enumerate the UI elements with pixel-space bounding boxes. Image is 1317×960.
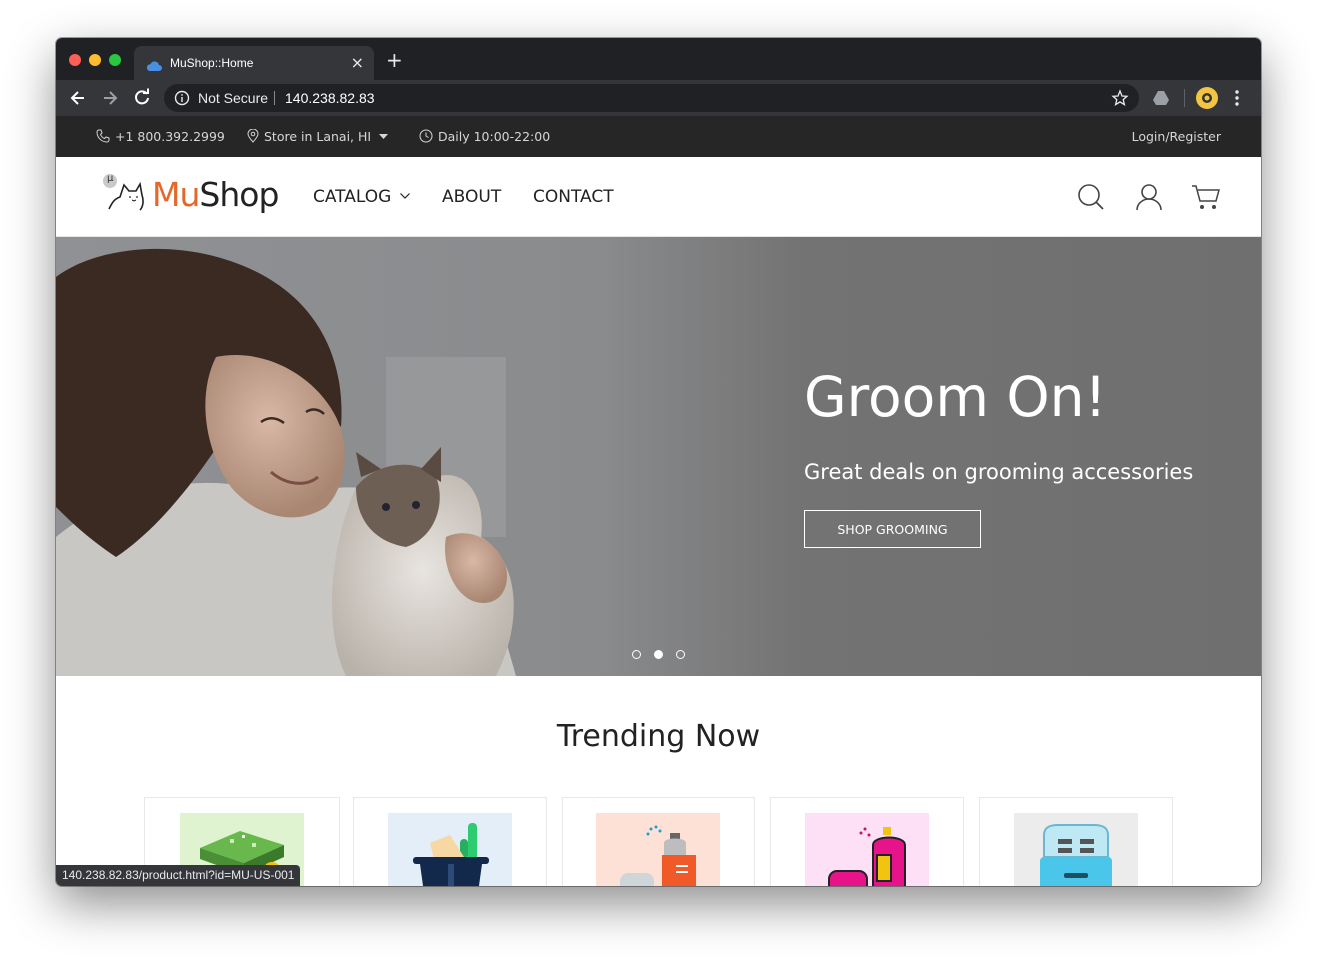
user-account-icon[interactable]: [1135, 183, 1163, 215]
spray-bottle-icon: [596, 813, 720, 886]
hours-label: Daily 10:00-22:00: [438, 129, 551, 144]
site-top-bar: +1 800.392.2999 Store in Lanai, HI Daily…: [56, 116, 1261, 157]
browser-toolbar: Not Secure 140.238.82.83: [56, 80, 1261, 116]
close-window-button[interactable]: [69, 54, 81, 66]
hero-carousel: Groom On! Great deals on grooming access…: [56, 237, 1261, 676]
bookmark-star-icon[interactable]: [1111, 89, 1129, 111]
carousel-dot-1[interactable]: [632, 650, 641, 659]
info-icon[interactable]: [174, 90, 190, 110]
product-card[interactable]: [562, 797, 755, 886]
site-header: μ MuShop CATALOG ABOUT CONTACT: [56, 157, 1261, 237]
hero-photo: [56, 237, 1261, 676]
chevron-down-icon: [399, 193, 410, 199]
carousel-dot-3[interactable]: [676, 650, 685, 659]
drive-icon[interactable]: [1152, 90, 1170, 110]
clock-icon: [419, 129, 433, 143]
trending-title: Trending Now: [556, 719, 761, 754]
new-tab-button[interactable]: +: [386, 48, 403, 72]
logo-badge: μ: [107, 173, 114, 184]
nav-about[interactable]: ABOUT: [442, 187, 501, 207]
store-selector[interactable]: Store in Lanai, HI: [247, 128, 393, 144]
search-icon[interactable]: [1077, 183, 1105, 215]
tab-title: MuShop::Home: [170, 56, 254, 70]
status-bar-url: 140.238.82.83/product.html?id=MU-US-001: [56, 865, 301, 886]
product-thumbnail: [1014, 813, 1138, 886]
phone-info[interactable]: +1 800.392.2999: [96, 129, 225, 144]
product-thumbnail: [596, 813, 720, 886]
cloud-icon: [146, 57, 162, 76]
reload-icon[interactable]: [132, 88, 152, 108]
avatar[interactable]: [1196, 87, 1218, 113]
logo-shop: Shop: [199, 175, 279, 214]
logo-wordmark: MuShop: [152, 175, 279, 214]
caret-down-icon: [379, 134, 389, 139]
browser-window: MuShop::Home × + Not Secure 140.238.82.8…: [56, 38, 1261, 886]
phone-number: +1 800.392.2999: [115, 129, 225, 144]
nav-contact[interactable]: CONTACT: [533, 187, 614, 207]
address-bar[interactable]: Not Secure 140.238.82.83: [164, 84, 1139, 112]
shampoo-spray-icon: [805, 813, 929, 886]
maximize-window-button[interactable]: [109, 54, 121, 66]
shop-grooming-button[interactable]: SHOP GROOMING: [804, 510, 981, 548]
tab-mushop-home[interactable]: MuShop::Home ×: [134, 46, 374, 80]
nav-catalog[interactable]: CATALOG: [313, 187, 410, 207]
product-thumbnail: [388, 813, 512, 886]
location-pin-icon: [247, 128, 259, 143]
pet-basket-icon: [388, 813, 512, 886]
product-card[interactable]: [770, 797, 964, 886]
close-tab-icon[interactable]: ×: [351, 53, 364, 72]
phone-icon: [96, 129, 110, 143]
product-card[interactable]: [353, 797, 547, 886]
pet-carrier-icon: [1014, 813, 1138, 886]
tab-strip: MuShop::Home × +: [56, 38, 1261, 80]
menu-dots-icon[interactable]: [1234, 90, 1240, 110]
logo-mu: Mu: [152, 175, 200, 214]
hours-info: Daily 10:00-22:00: [419, 129, 550, 144]
back-arrow-icon[interactable]: [68, 88, 88, 108]
omnibox-divider: [274, 91, 275, 105]
url-text[interactable]: 140.238.82.83: [285, 90, 375, 106]
product-thumbnail: [805, 813, 929, 886]
store-label: Store in Lanai, HI: [264, 129, 372, 144]
nav-catalog-label: CATALOG: [313, 187, 392, 207]
minimize-window-button[interactable]: [89, 54, 101, 66]
toolbar-divider: [1184, 89, 1185, 107]
forward-arrow-icon[interactable]: [100, 88, 120, 108]
product-card[interactable]: [979, 797, 1173, 886]
security-label[interactable]: Not Secure: [198, 90, 268, 106]
hero-title: Groom On!: [804, 365, 1107, 429]
cart-icon[interactable]: [1191, 183, 1221, 215]
login-register-link[interactable]: Login/Register: [1132, 129, 1221, 144]
mushop-logo[interactable]: μ MuShop: [100, 173, 280, 223]
hero-subtitle: Great deals on grooming accessories: [804, 460, 1194, 484]
carousel-dot-2[interactable]: [654, 650, 663, 659]
